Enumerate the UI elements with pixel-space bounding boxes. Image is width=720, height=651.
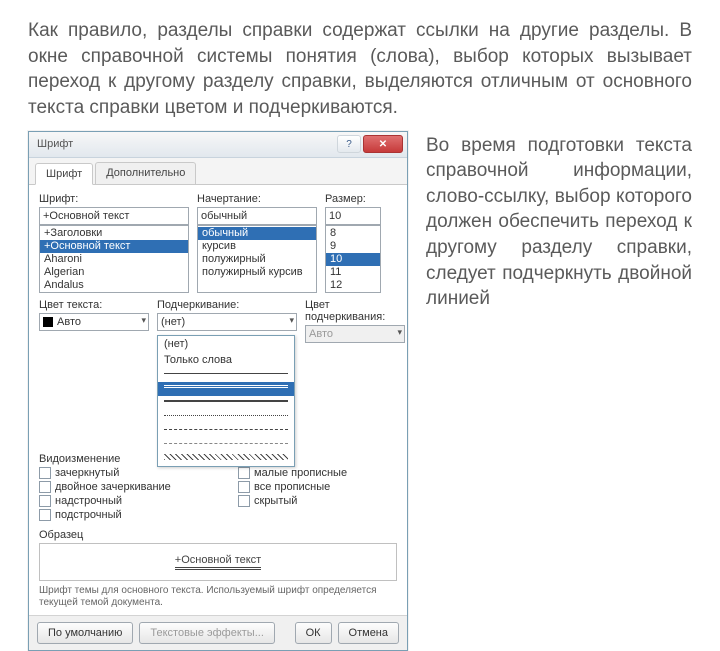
underline-dropdown[interactable]: (нет) Только слова [157,335,295,467]
list-item[interactable]: +Заголовки [40,227,188,240]
label-underline: Подчеркивание: [157,299,297,311]
font-list[interactable]: +Заголовки +Основной текст Aharoni Alger… [39,225,189,293]
check-dstrike[interactable]: двойное зачеркивание [39,481,198,493]
check-label: двойное зачеркивание [55,481,171,493]
underline-value: (нет) [161,316,185,328]
intro-paragraph: Как правило, разделы справки содержат сс… [28,18,692,121]
default-button[interactable]: По умолчанию [37,622,133,644]
check-label: все прописные [254,481,330,493]
help-icon[interactable]: ? [337,135,361,153]
tab-font[interactable]: Шрифт [35,163,93,185]
color-swatch [43,317,53,327]
check-label: зачеркнутый [55,467,119,479]
label-font: Шрифт: [39,193,189,205]
underline-option-none[interactable]: (нет) [158,336,294,352]
check-allcaps[interactable]: все прописные [238,481,397,493]
size-input[interactable] [325,207,381,225]
check-label: малые прописные [254,467,347,479]
sample-note: Шрифт темы для основного текста. Использ… [39,585,397,609]
underline-option-thick[interactable] [158,396,294,410]
ulcolor-select: Авто [305,325,405,343]
underline-option-dotted[interactable] [158,410,294,424]
font-input[interactable] [39,207,189,225]
ulcolor-value: Авто [309,328,333,340]
underline-option-dashlong[interactable] [158,438,294,452]
text-effects-button: Текстовые эффекты... [139,622,275,644]
sample-label: Образец [39,529,397,541]
list-item[interactable]: обычный [198,227,316,240]
list-item[interactable]: 9 [326,240,380,253]
label-color: Цвет текста: [39,299,149,311]
check-superscript[interactable]: надстрочный [39,495,198,507]
list-item[interactable]: 10 [326,253,380,266]
tab-advanced[interactable]: Дополнительно [95,162,196,184]
underline-option-wavy[interactable] [158,452,294,466]
list-item[interactable]: 8 [326,227,380,240]
list-item[interactable]: Algerian [40,266,188,279]
dialog-title: Шрифт [37,138,337,150]
label-size: Размер: [325,193,381,205]
underline-option-dashed[interactable] [158,424,294,438]
check-subscript[interactable]: подстрочный [39,509,198,521]
list-item[interactable]: 12 [326,279,380,292]
list-item[interactable]: Andalus [40,279,188,292]
label-ulcolor: Цвет подчеркивания: [305,299,405,323]
label-style: Начертание: [197,193,317,205]
close-icon[interactable]: ✕ [363,135,403,153]
dialog-titlebar: Шрифт ? ✕ [29,132,407,158]
ok-button[interactable]: ОК [295,622,332,644]
font-dialog: Шрифт ? ✕ Шрифт Дополнительно Шрифт: +За… [28,131,408,651]
list-item[interactable]: полужирный [198,253,316,266]
underline-option-double[interactable] [158,382,294,396]
side-paragraph: Во время подготовки текста справочной ин… [426,131,692,312]
list-item[interactable]: курсив [198,240,316,253]
sample-preview: +Основной текст [39,543,397,581]
underline-select[interactable]: (нет) [157,313,297,331]
check-smallcaps[interactable]: малые прописные [238,467,397,479]
color-value: Авто [57,316,81,328]
underline-option-words[interactable]: Только слова [158,352,294,368]
check-label: надстрочный [55,495,122,507]
style-list[interactable]: обычный курсив полужирный полужирный кур… [197,225,317,293]
color-select[interactable]: Авто [39,313,149,331]
list-item[interactable]: +Основной текст [40,240,188,253]
style-input[interactable] [197,207,317,225]
check-hidden[interactable]: скрытый [238,495,397,507]
check-label: скрытый [254,495,297,507]
check-strike[interactable]: зачеркнутый [39,467,198,479]
check-label: подстрочный [55,509,122,521]
underline-option-single[interactable] [158,368,294,382]
sample-text: +Основной текст [175,554,261,570]
list-item[interactable]: полужирный курсив [198,266,316,279]
list-item[interactable]: Aharoni [40,253,188,266]
cancel-button[interactable]: Отмена [338,622,399,644]
size-list[interactable]: 8 9 10 11 12 [325,225,381,293]
list-item[interactable]: 11 [326,266,380,279]
